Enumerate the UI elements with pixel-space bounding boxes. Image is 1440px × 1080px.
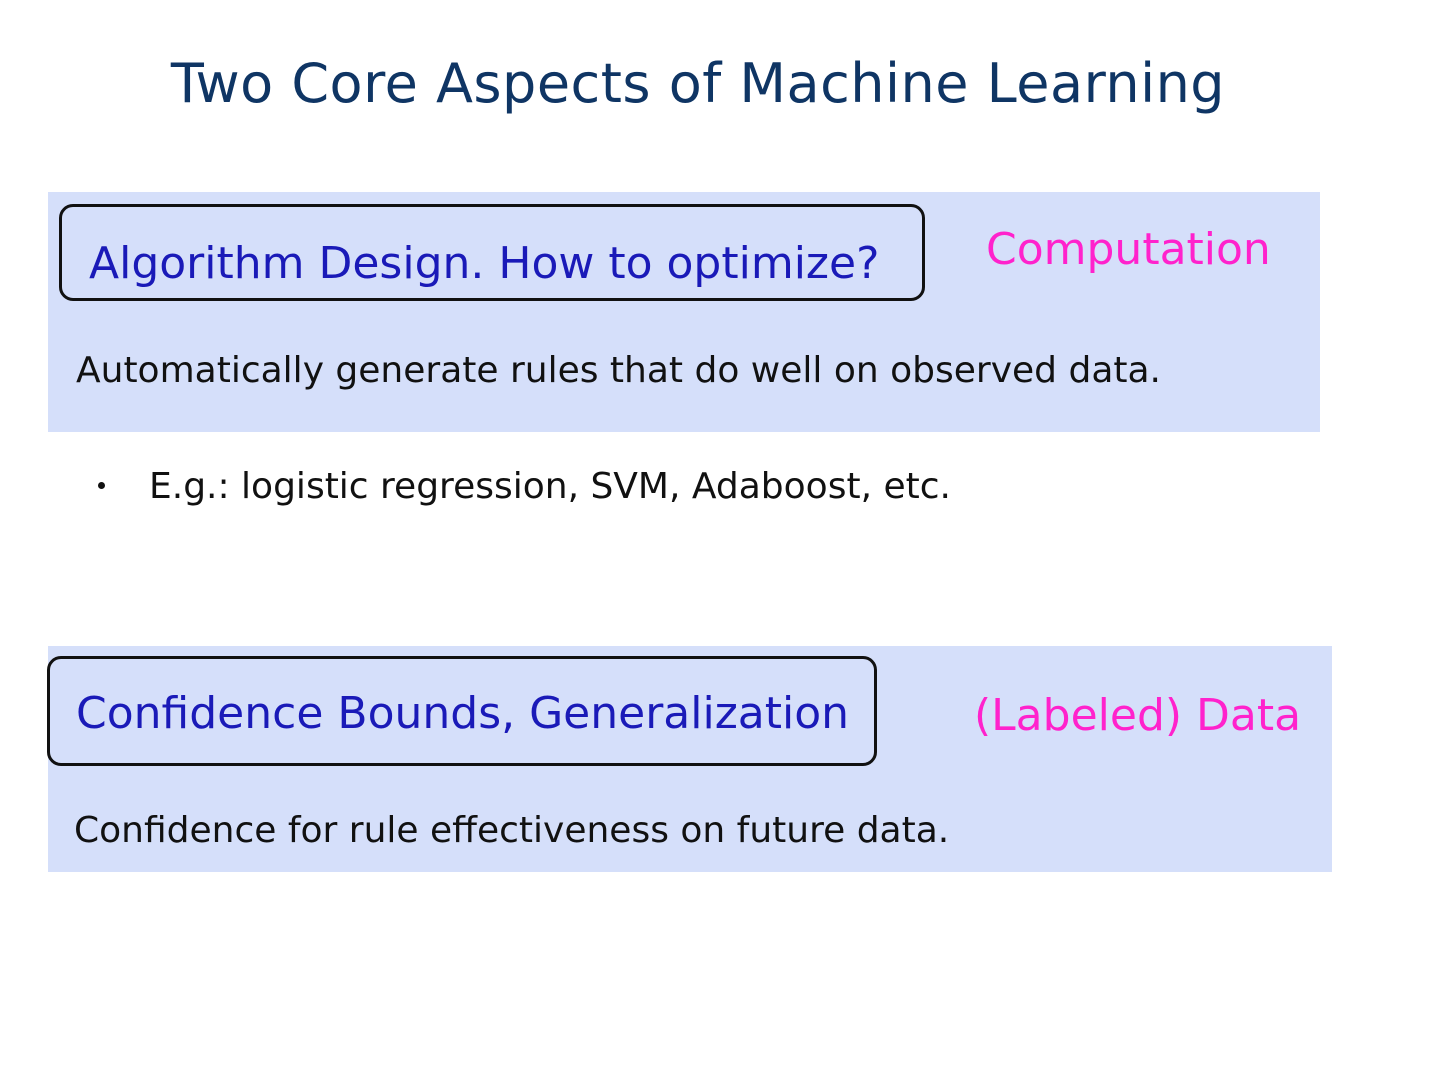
section-description: Automatically generate rules that do wel… <box>76 350 1161 391</box>
section-tag: (Labeled) Data <box>974 690 1302 741</box>
section-heading-box: Confidence Bounds, Generalization <box>47 656 877 766</box>
bullet-text: E.g.: logistic regression, SVM, Adaboost… <box>149 466 951 507</box>
bullet-icon <box>98 481 105 489</box>
bullet-item: E.g.: logistic regression, SVM, Adaboost… <box>98 466 951 507</box>
section-description: Confidence for rule effectiveness on fut… <box>74 810 950 851</box>
section-heading-box: Algorithm Design. How to optimize? <box>59 204 925 301</box>
section-heading: Confidence Bounds, Generalization <box>76 687 850 739</box>
slide-title: Two Core Aspects of Machine Learning <box>170 52 1226 115</box>
section-algorithm-design: Algorithm Design. How to optimize? Compu… <box>48 192 1320 432</box>
section-heading: Algorithm Design. How to optimize? <box>89 238 880 289</box>
section-confidence-bounds: Confidence Bounds, Generalization (Label… <box>47 646 1332 872</box>
section-tag: Computation <box>986 224 1271 275</box>
